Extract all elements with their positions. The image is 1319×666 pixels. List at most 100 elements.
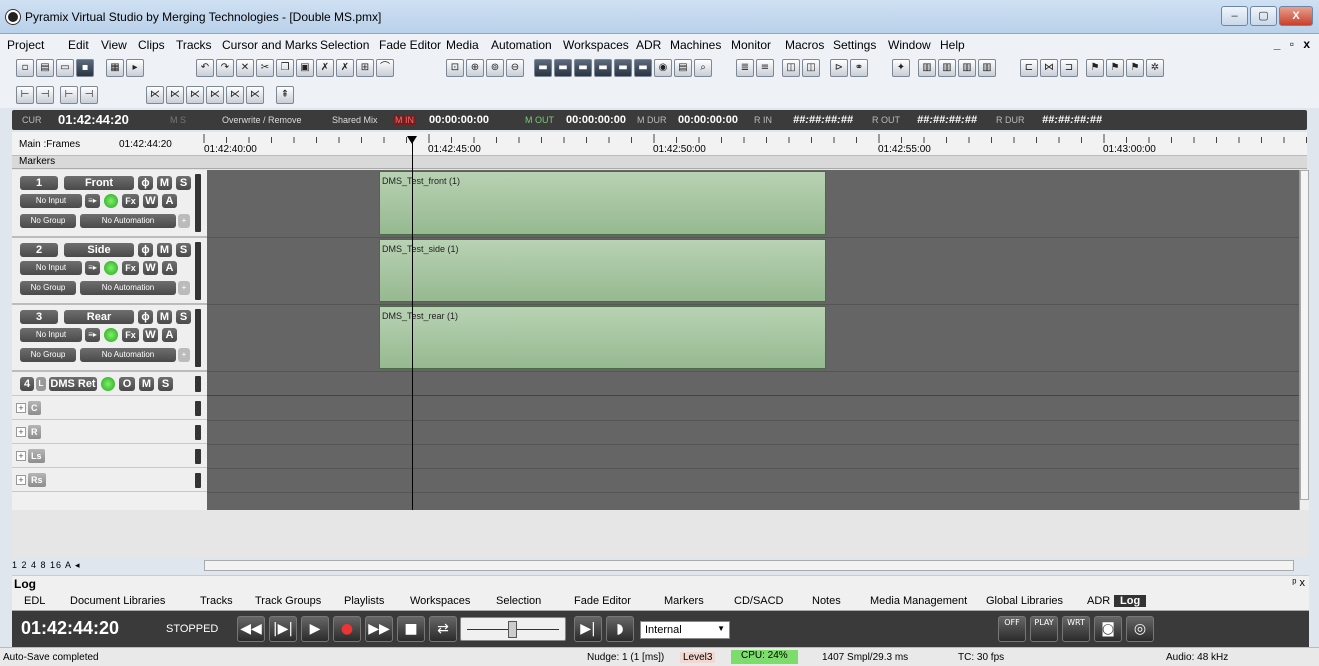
- channel-row-ls[interactable]: + Ls: [12, 445, 207, 468]
- channel-row-c[interactable]: + C: [12, 397, 207, 420]
- record-enable-icon[interactable]: [104, 194, 118, 208]
- channel-lane-ls[interactable]: [207, 445, 1299, 469]
- channel-lane-c[interactable]: [207, 397, 1299, 421]
- slider-thumb[interactable]: [508, 621, 517, 638]
- zoom-presets[interactable]: 1 2 4 8 16 A ◂: [12, 560, 81, 571]
- add-button[interactable]: +: [178, 214, 190, 228]
- menu-monitor[interactable]: Monitor: [731, 38, 771, 52]
- track-view-icon[interactable]: ◫: [782, 59, 800, 77]
- zoom-sel-icon[interactable]: ⊚: [486, 59, 504, 77]
- region-3-icon[interactable]: ▥: [958, 59, 976, 77]
- play-list-icon[interactable]: ▸: [126, 59, 144, 77]
- cut-icon[interactable]: ✂: [256, 59, 274, 77]
- menu-macros[interactable]: Macros: [785, 38, 824, 52]
- copy-icon[interactable]: ❐: [276, 59, 294, 77]
- snap-icon[interactable]: ⊳: [830, 59, 848, 77]
- tab-cd-sacd[interactable]: CD/SACD: [734, 595, 784, 607]
- ripple-3-icon[interactable]: ⋉: [186, 86, 204, 104]
- menu-media[interactable]: Media: [446, 38, 479, 52]
- cross-fade-icon[interactable]: ⋈: [1040, 59, 1058, 77]
- fx-button[interactable]: Fx: [122, 328, 139, 342]
- menu-window[interactable]: Window: [888, 38, 931, 52]
- track-lane-2[interactable]: DMS_Test_side (1): [207, 238, 1299, 305]
- expand-icon[interactable]: +: [16, 451, 26, 461]
- timeline-area[interactable]: DMS_Test_front (1) DMS_Test_side (1) DMS…: [207, 170, 1299, 510]
- channel-lane-r[interactable]: [207, 421, 1299, 445]
- tab-selection[interactable]: Selection: [496, 595, 541, 607]
- tab-fade-editor[interactable]: Fade Editor: [574, 595, 631, 607]
- track-number[interactable]: 1: [20, 176, 58, 190]
- menu-automation[interactable]: Automation: [491, 38, 552, 52]
- tab-workspaces[interactable]: Workspaces: [410, 595, 470, 607]
- audio-clip[interactable]: DMS_Test_side (1): [379, 239, 826, 302]
- list-icon[interactable]: ≣: [736, 59, 754, 77]
- insert-button[interactable]: ≡▸: [85, 194, 100, 208]
- new-file-icon[interactable]: ▫: [16, 59, 34, 77]
- shuttle-slider[interactable]: [460, 617, 566, 641]
- expand-icon[interactable]: +: [16, 427, 26, 437]
- off-icon[interactable]: OFF: [998, 616, 1026, 642]
- menu-cursor-marks[interactable]: Cursor and Marks: [222, 38, 317, 52]
- menu-settings[interactable]: Settings: [833, 38, 876, 52]
- m-dur-value[interactable]: 00:00:00:00: [678, 114, 738, 126]
- phase-button[interactable]: ϕ: [138, 176, 153, 190]
- group-select[interactable]: No Group: [20, 281, 76, 295]
- marker-icon[interactable]: ✦: [892, 59, 910, 77]
- play-mode-icon[interactable]: PLAY: [1030, 616, 1058, 642]
- track-number[interactable]: 3: [20, 310, 58, 324]
- add-button[interactable]: +: [178, 281, 190, 295]
- insert-button[interactable]: ≡▸: [85, 261, 100, 275]
- insert-button[interactable]: ≡▸: [85, 328, 100, 342]
- channel-lane-rs[interactable]: [207, 469, 1299, 493]
- jog-icon[interactable]: ▶|: [574, 616, 602, 642]
- edit-mode-1-icon[interactable]: ⊢: [16, 86, 34, 104]
- fx-button[interactable]: Fx: [122, 194, 139, 208]
- expand-icon[interactable]: +: [16, 403, 26, 413]
- channel-row-r[interactable]: + R: [12, 421, 207, 444]
- track-name[interactable]: Front: [64, 176, 134, 190]
- cut-gap-icon[interactable]: ✗: [316, 59, 334, 77]
- menu-view[interactable]: View: [101, 38, 127, 52]
- tab-track-groups[interactable]: Track Groups: [255, 595, 321, 607]
- channel-row-rs[interactable]: + Rs: [12, 469, 207, 492]
- tab-document-libraries[interactable]: Document Libraries: [70, 595, 165, 607]
- mdi-controls[interactable]: _ ▫ x: [1274, 37, 1313, 51]
- region-1-icon[interactable]: ▥: [918, 59, 936, 77]
- tool-x-icon[interactable]: ✲: [1146, 59, 1164, 77]
- tab-adr[interactable]: ADR: [1087, 595, 1110, 607]
- tab-tracks[interactable]: Tracks: [200, 595, 233, 607]
- ripple-6-icon[interactable]: ⋉: [246, 86, 264, 104]
- menu-selection[interactable]: Selection: [320, 38, 369, 52]
- track-name[interactable]: DMS Ret: [49, 377, 97, 391]
- input-select[interactable]: No Input: [20, 194, 82, 208]
- record-icon[interactable]: ●: [333, 616, 361, 642]
- edit-mode-4-icon[interactable]: ⊣: [80, 86, 98, 104]
- ripple-1-icon[interactable]: ⋉: [146, 86, 164, 104]
- close-button[interactable]: X: [1279, 6, 1313, 26]
- menu-edit[interactable]: Edit: [68, 38, 89, 52]
- input-select[interactable]: No Input: [20, 328, 82, 342]
- record-button[interactable]: O: [119, 377, 135, 391]
- fast-forward-icon[interactable]: ▶▶: [365, 616, 393, 642]
- menu-clips[interactable]: Clips: [138, 38, 165, 52]
- audio-clip[interactable]: DMS_Test_front (1): [379, 171, 826, 235]
- delete-icon[interactable]: ✕: [236, 59, 254, 77]
- monitor-view-icon[interactable]: ▬: [594, 59, 612, 77]
- region-4-icon[interactable]: ▥: [978, 59, 996, 77]
- flag-3-icon[interactable]: ⚑: [1126, 59, 1144, 77]
- edit-mode-3-icon[interactable]: ⊢: [60, 86, 78, 104]
- track-number[interactable]: 4: [20, 377, 34, 391]
- menu-help[interactable]: Help: [940, 38, 965, 52]
- mute-button[interactable]: M: [139, 377, 154, 391]
- ripple-5-icon[interactable]: ⋉: [226, 86, 244, 104]
- markers-lane[interactable]: Markers: [12, 156, 1307, 169]
- group-select[interactable]: No Group: [20, 214, 76, 228]
- phase-button[interactable]: ϕ: [138, 243, 153, 257]
- minimize-button[interactable]: –: [1221, 6, 1248, 26]
- menu-project[interactable]: Project: [7, 38, 44, 52]
- horizontal-scrollbar[interactable]: [204, 560, 1294, 571]
- tab-edl[interactable]: EDL: [24, 595, 45, 607]
- track-name[interactable]: Side: [64, 243, 134, 257]
- fx-button[interactable]: Fx: [122, 261, 139, 275]
- mixer-icon[interactable]: ▬: [534, 59, 552, 77]
